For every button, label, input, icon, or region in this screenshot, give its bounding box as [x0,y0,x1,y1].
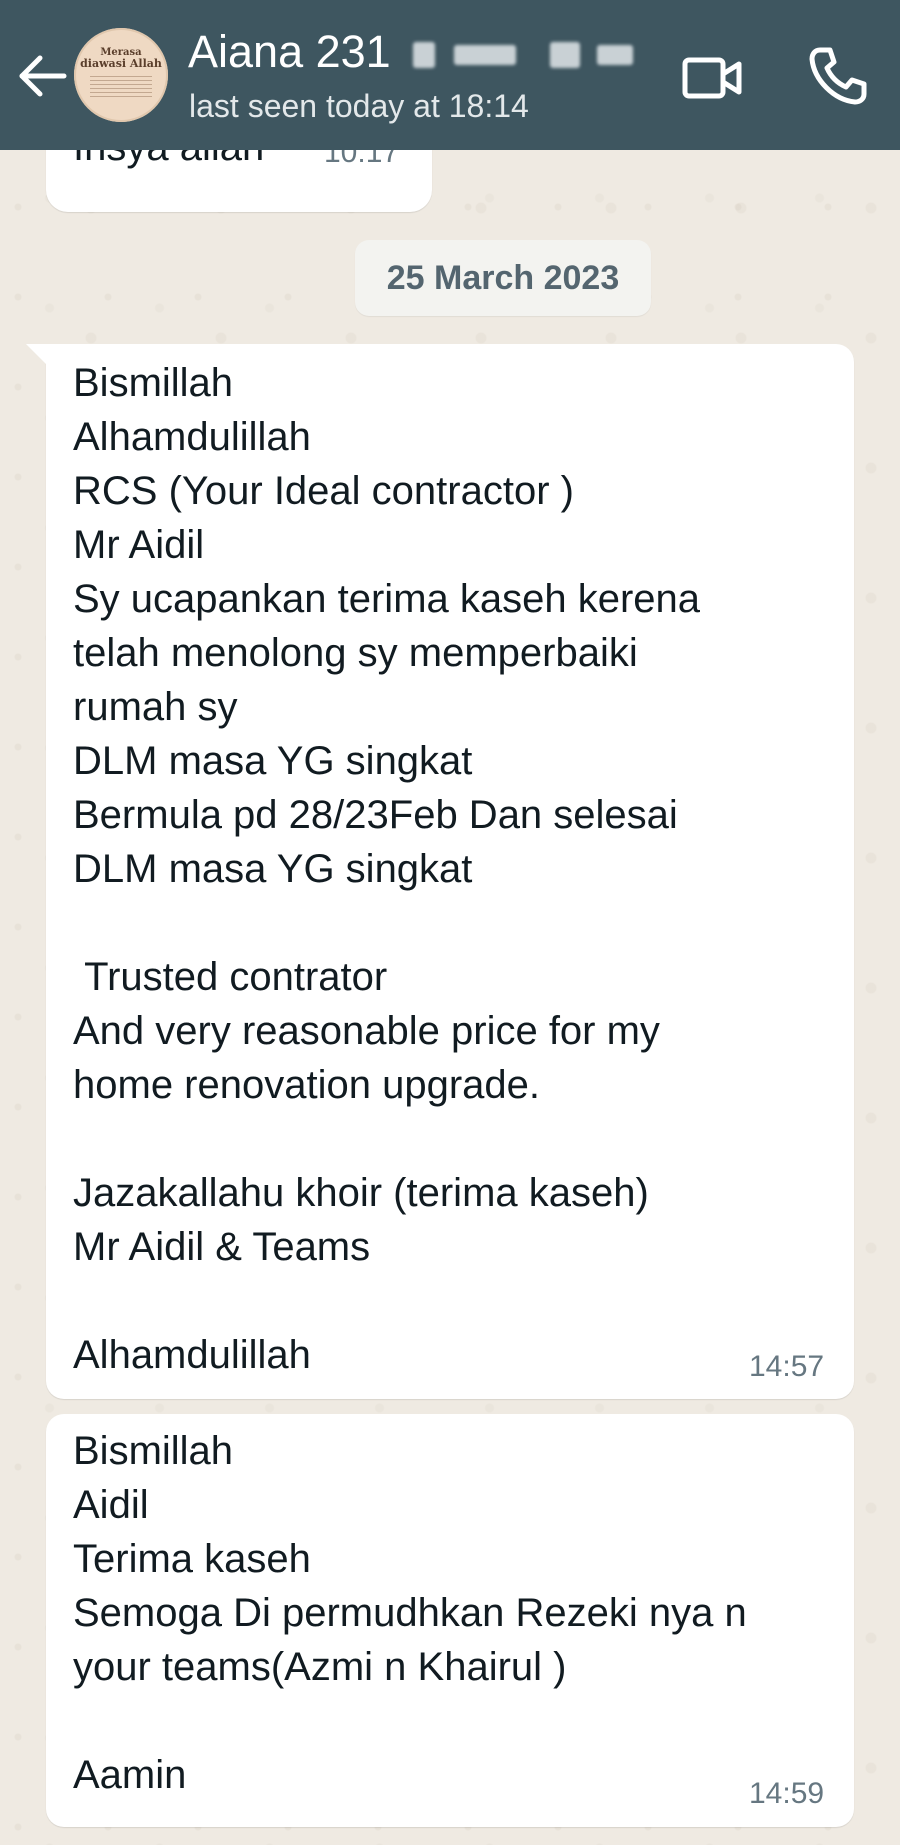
redacted-block [453,45,516,66]
message-text: Insya allah [73,150,264,174]
chat-area[interactable]: Insya allah 10:17 25 March 2023 Bismilla… [0,150,900,1845]
chat-header: Merasa diawasi Allah Aiana 231 last seen… [0,0,900,150]
message-bubble-incoming[interactable]: Bismillah Alhamdulillah RCS (Your Ideal … [26,344,854,1399]
back-button[interactable] [14,46,74,106]
date-separator: 25 March 2023 [355,240,651,316]
avatar-text-line1: Merasa [100,46,142,58]
avatar[interactable]: Merasa diawasi Allah [74,28,168,122]
voice-call-button[interactable] [806,44,870,108]
message-time: 10:17 [324,150,400,169]
video-camera-icon [682,57,742,99]
redacted-block [413,42,436,69]
contact-name-text: Aiana 231 [188,26,391,77]
redacted-block [550,42,581,69]
redacted-block [596,45,633,66]
message-bubble-incoming[interactable]: Insya allah 10:17 [46,150,432,212]
message-text: Bismillah Aidil Terima kaseh Semoga Di p… [73,1429,747,1797]
contact-name[interactable]: Aiana 231 [188,24,633,80]
avatar-text-line2: diawasi Allah [80,56,162,70]
arrow-left-icon [19,55,67,97]
last-seen-status: last seen today at 18:14 [189,88,529,124]
bubble-tail [26,344,48,366]
message-text: Bismillah Alhamdulillah RCS (Your Ideal … [73,361,701,1377]
phone-icon [809,47,867,105]
message-bubble-incoming[interactable]: Bismillah Aidil Terima kaseh Semoga Di p… [46,1414,854,1827]
video-call-button[interactable] [680,46,744,110]
message-time: 14:57 [749,1350,825,1383]
avatar-decoration [90,75,152,98]
message-time: 14:59 [749,1777,825,1810]
